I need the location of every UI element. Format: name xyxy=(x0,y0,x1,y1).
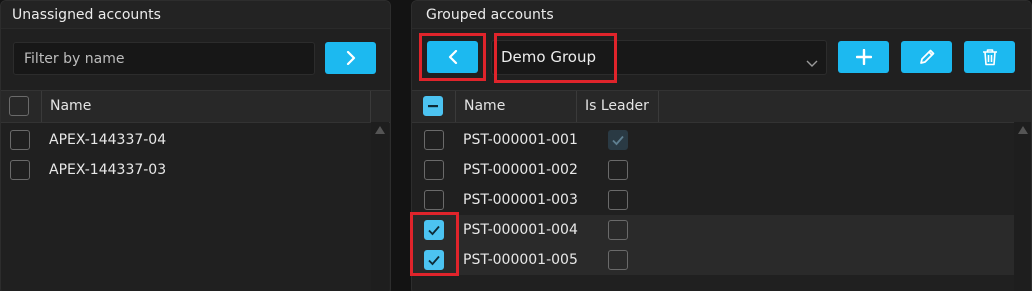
is-leader-checkbox[interactable] xyxy=(608,190,628,210)
chevron-down-icon xyxy=(806,53,818,72)
table-row[interactable]: PST-000001-005 xyxy=(412,245,1031,275)
unassigned-grid-header: Name xyxy=(1,90,390,123)
group-select-value: Demo Group xyxy=(501,48,597,66)
scroll-up-arrow-icon[interactable] xyxy=(375,126,385,134)
grouped-grid-header: Name Is Leader xyxy=(412,90,1031,123)
is-leader-checkbox[interactable] xyxy=(608,160,628,180)
is-leader-checkbox[interactable] xyxy=(608,250,628,270)
select-all-checkbox[interactable] xyxy=(9,96,29,116)
pencil-icon xyxy=(918,48,936,66)
unassigned-accounts-title: Unassigned accounts xyxy=(1,1,390,29)
table-row[interactable]: PST-000001-003 xyxy=(412,185,1031,215)
account-name: PST-000001-003 xyxy=(463,192,578,208)
account-name: PST-000001-004 xyxy=(463,222,578,238)
row-checkbox[interactable] xyxy=(424,250,444,270)
edit-group-button[interactable] xyxy=(901,41,952,73)
unassigned-accounts-panel: Unassigned accounts Name APEX-144337-04 … xyxy=(0,0,391,291)
vertical-scrollbar[interactable] xyxy=(371,122,389,291)
is-leader-checkbox[interactable] xyxy=(608,220,628,240)
account-name: PST-000001-005 xyxy=(463,252,578,268)
grouped-accounts-title: Grouped accounts xyxy=(412,1,1031,29)
header-select-cell xyxy=(412,91,456,122)
row-checkbox[interactable] xyxy=(10,160,30,180)
is-leader-checkbox[interactable] xyxy=(608,130,628,150)
account-name: APEX-144337-03 xyxy=(49,162,167,178)
table-row[interactable]: PST-000001-002 xyxy=(412,155,1031,185)
table-row[interactable]: PST-000001-004 xyxy=(412,215,1031,245)
row-checkbox[interactable] xyxy=(424,130,444,150)
scroll-up-arrow-icon[interactable] xyxy=(1018,126,1028,134)
delete-group-button[interactable] xyxy=(964,41,1015,73)
table-row[interactable]: APEX-144337-04 xyxy=(1,125,390,155)
filter-by-name-input[interactable] xyxy=(13,42,315,75)
chevron-right-icon xyxy=(345,51,357,65)
column-header-is-leader[interactable]: Is Leader xyxy=(577,91,659,122)
select-all-checkbox[interactable] xyxy=(423,96,443,116)
account-name: PST-000001-001 xyxy=(463,132,578,148)
row-checkbox[interactable] xyxy=(10,130,30,150)
plus-icon xyxy=(855,49,872,65)
group-select[interactable]: Demo Group xyxy=(491,40,827,75)
row-checkbox[interactable] xyxy=(424,220,444,240)
header-select-cell xyxy=(1,91,42,122)
trash-icon xyxy=(982,48,998,66)
row-checkbox[interactable] xyxy=(424,160,444,180)
assign-to-group-button[interactable] xyxy=(325,42,376,74)
row-checkbox[interactable] xyxy=(424,190,444,210)
vertical-scrollbar[interactable] xyxy=(1014,122,1031,291)
chevron-left-icon xyxy=(447,50,459,64)
add-group-button[interactable] xyxy=(838,41,889,73)
unassign-from-group-button[interactable] xyxy=(427,41,478,73)
account-name: PST-000001-002 xyxy=(463,162,578,178)
account-name: APEX-144337-04 xyxy=(49,132,167,148)
column-header-name[interactable]: Name xyxy=(42,91,371,122)
table-row[interactable]: APEX-144337-03 xyxy=(1,155,390,185)
table-row[interactable]: PST-000001-001 xyxy=(412,125,1031,155)
column-header-name[interactable]: Name xyxy=(456,91,577,122)
